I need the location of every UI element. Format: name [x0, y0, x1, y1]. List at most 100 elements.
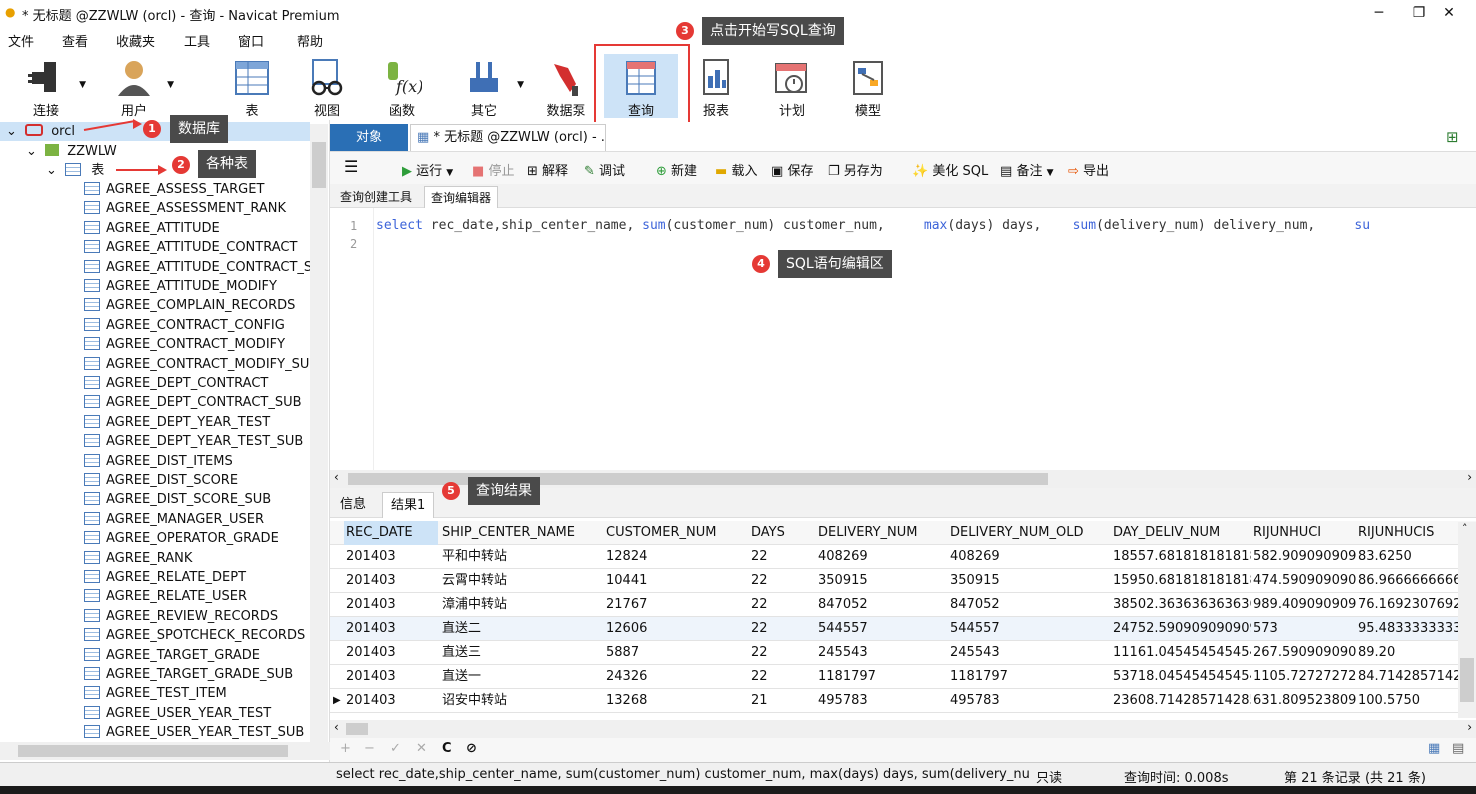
- table-row[interactable]: 201403 平和中转站 12824 22 408269 408269 18557.6818…: [330, 545, 1476, 569]
- debug-button[interactable]: ✎ 调试: [584, 160, 625, 179]
- table-cell[interactable]: 83.6250: [1358, 545, 1468, 569]
- scroll-up-icon[interactable]: ˄: [1462, 522, 1468, 535]
- sql-text[interactable]: select rec_date,ship_center_name, sum(cu…: [376, 218, 1466, 233]
- table-cell[interactable]: 23608.7142857142857: [1113, 689, 1251, 713]
- comment-button[interactable]: ▤ 备注 ▼: [1000, 160, 1054, 179]
- schedule-button[interactable]: 计划: [762, 54, 822, 119]
- table-cell[interactable]: 漳浦中转站: [442, 593, 602, 617]
- scroll-right-icon[interactable]: ›: [1467, 720, 1472, 734]
- table-cell[interactable]: 1181797: [950, 665, 1110, 689]
- column-header[interactable]: DAY_DELIV_NUM: [1113, 521, 1251, 545]
- menu-favorites[interactable]: 收藏夹: [116, 31, 155, 50]
- table-cell[interactable]: 201403: [346, 617, 440, 641]
- form-view-icon[interactable]: ▤: [1452, 741, 1464, 756]
- tree-table-item[interactable]: AGREE_ATTITUDE_MODIFY: [84, 277, 277, 296]
- tree-table-item[interactable]: AGREE_MANAGER_USER: [84, 510, 264, 529]
- sidebar-vertical-scrollbar[interactable]: [310, 124, 328, 744]
- menu-window[interactable]: 窗口: [238, 31, 264, 50]
- table-cell[interactable]: 86.96666666666: [1358, 569, 1468, 593]
- tab-info[interactable]: 信息: [332, 492, 374, 518]
- stop-button[interactable]: ■ 停止: [472, 160, 514, 179]
- table-cell[interactable]: 平和中转站: [442, 545, 602, 569]
- model-button[interactable]: 模型: [838, 54, 898, 119]
- scroll-thumb[interactable]: [18, 745, 288, 757]
- table-cell[interactable]: 直送一: [442, 665, 602, 689]
- tree-table-item[interactable]: AGREE_RELATE_DEPT: [84, 568, 246, 587]
- scroll-right-icon[interactable]: ›: [1467, 470, 1472, 484]
- tab-query-editor[interactable]: 查询编辑器: [424, 186, 499, 208]
- tree-table-item[interactable]: AGREE_REVIEW_RECORDS: [84, 607, 278, 626]
- table-cell[interactable]: 12824: [606, 545, 748, 569]
- table-cell[interactable]: 201403: [346, 545, 440, 569]
- chevron-down-icon[interactable]: ▼: [517, 80, 524, 90]
- menu-file[interactable]: 文件: [8, 31, 34, 50]
- table-cell[interactable]: 云霄中转站: [442, 569, 602, 593]
- grid-vertical-scrollbar[interactable]: ˄: [1458, 522, 1476, 718]
- table-cell[interactable]: 201403: [346, 689, 440, 713]
- table-cell[interactable]: 15950.6818181818181: [1113, 569, 1251, 593]
- menu-hamburger-icon[interactable]: ☰: [344, 157, 358, 176]
- tree-table-item[interactable]: AGREE_TEST_ITEM: [84, 684, 227, 703]
- column-header[interactable]: REC_DATE: [344, 521, 438, 545]
- table-cell[interactable]: 89.20: [1358, 641, 1468, 665]
- tree-table-item[interactable]: AGREE_RANK: [84, 549, 192, 568]
- scroll-left-icon[interactable]: ‹: [334, 470, 339, 484]
- tree-table-item[interactable]: AGREE_USER_YEAR_TEST_SUB: [84, 723, 304, 742]
- table-cell[interactable]: 350915: [818, 569, 946, 593]
- table-cell[interactable]: 21: [751, 689, 815, 713]
- table-cell[interactable]: 408269: [818, 545, 946, 569]
- new-button[interactable]: ⊕ 新建: [656, 160, 697, 179]
- close-button[interactable]: ✕: [1434, 2, 1464, 24]
- table-cell[interactable]: 24752.5909090909090: [1113, 617, 1251, 641]
- connect-button[interactable]: 连接 ▼: [16, 54, 86, 119]
- chevron-down-icon[interactable]: ⌄: [6, 124, 17, 139]
- table-cell[interactable]: 495783: [950, 689, 1110, 713]
- table-cell[interactable]: 5887: [606, 641, 748, 665]
- tab-objects[interactable]: 对象: [330, 124, 408, 151]
- chevron-down-icon[interactable]: ▼: [446, 168, 453, 178]
- table-cell[interactable]: 1181797: [818, 665, 946, 689]
- menu-tools[interactable]: 工具: [184, 31, 210, 50]
- stop-query-button[interactable]: ⊘: [466, 741, 477, 756]
- delete-record-button[interactable]: −: [364, 741, 375, 756]
- tree-tables-node[interactable]: ⌄ 表: [46, 161, 104, 180]
- table-cell[interactable]: 847052: [818, 593, 946, 617]
- beautify-sql-button[interactable]: ✨ 美化 SQL: [912, 160, 988, 179]
- tree-table-item[interactable]: AGREE_ATTITUDE: [84, 219, 220, 238]
- table-cell[interactable]: 22: [751, 569, 815, 593]
- table-cell[interactable]: 631.8095238095: [1253, 689, 1357, 713]
- table-cell[interactable]: 22: [751, 641, 815, 665]
- menu-help[interactable]: 帮助: [297, 31, 323, 50]
- save-as-button[interactable]: ❐ 另存为: [828, 160, 883, 179]
- scroll-thumb[interactable]: [346, 723, 368, 735]
- tab-query-builder[interactable]: 查询创建工具: [334, 186, 418, 208]
- table-cell[interactable]: 201403: [346, 665, 440, 689]
- user-button[interactable]: 用户 ▼: [104, 54, 174, 119]
- tree-table-item[interactable]: AGREE_SPOTCHECK_RECORDS: [84, 626, 305, 645]
- run-button[interactable]: ▶ 运行 ▼: [402, 160, 453, 179]
- table-row[interactable]: 201403 直送一 24326 22 1181797 1181797 53718.0454…: [330, 665, 1476, 689]
- tree-table-item[interactable]: AGREE_COMPLAIN_RECORDS: [84, 296, 295, 315]
- tree-table-item[interactable]: AGREE_CONTRACT_MODIFY_SUB: [84, 355, 318, 374]
- tree-table-item[interactable]: AGREE_DIST_ITEMS: [84, 452, 233, 471]
- save-button[interactable]: ▣ 保存: [771, 160, 813, 179]
- tree-table-item[interactable]: AGREE_CONTRACT_MODIFY: [84, 335, 285, 354]
- tree-table-item[interactable]: AGREE_DEPT_CONTRACT_SUB: [84, 393, 302, 412]
- tree-table-item[interactable]: AGREE_RELATE_USER: [84, 587, 247, 606]
- datapump-button[interactable]: 数据泵: [536, 54, 596, 119]
- table-row[interactable]: 201403 漳浦中转站 21767 22 847052 847052 38502.3636…: [330, 593, 1476, 617]
- column-header[interactable]: DAYS: [751, 521, 815, 545]
- table-row[interactable]: ▶ 201403 诏安中转站 13268 21 495783 495783 23608.714…: [330, 689, 1476, 713]
- tab-untitled-query[interactable]: ▦ * 无标题 @ZZWLW (orcl) - ...: [410, 124, 606, 151]
- table-cell[interactable]: 22: [751, 665, 815, 689]
- table-cell[interactable]: 11161.0454545454545: [1113, 641, 1251, 665]
- tab-result1[interactable]: 结果1: [382, 492, 435, 518]
- table-row[interactable]: 201403 直送二 12606 22 544557 544557 24752.590909…: [330, 617, 1476, 641]
- table-cell[interactable]: 18557.6818181818181: [1113, 545, 1251, 569]
- table-cell[interactable]: 直送三: [442, 641, 602, 665]
- tree-table-item[interactable]: AGREE_DEPT_YEAR_TEST_SUB: [84, 432, 303, 451]
- chevron-down-icon[interactable]: ⌄: [46, 163, 57, 178]
- tree-table-item[interactable]: AGREE_DIST_SCORE_SUB: [84, 490, 271, 509]
- refresh-button[interactable]: C: [442, 741, 452, 756]
- chevron-down-icon[interactable]: ▼: [1047, 168, 1054, 178]
